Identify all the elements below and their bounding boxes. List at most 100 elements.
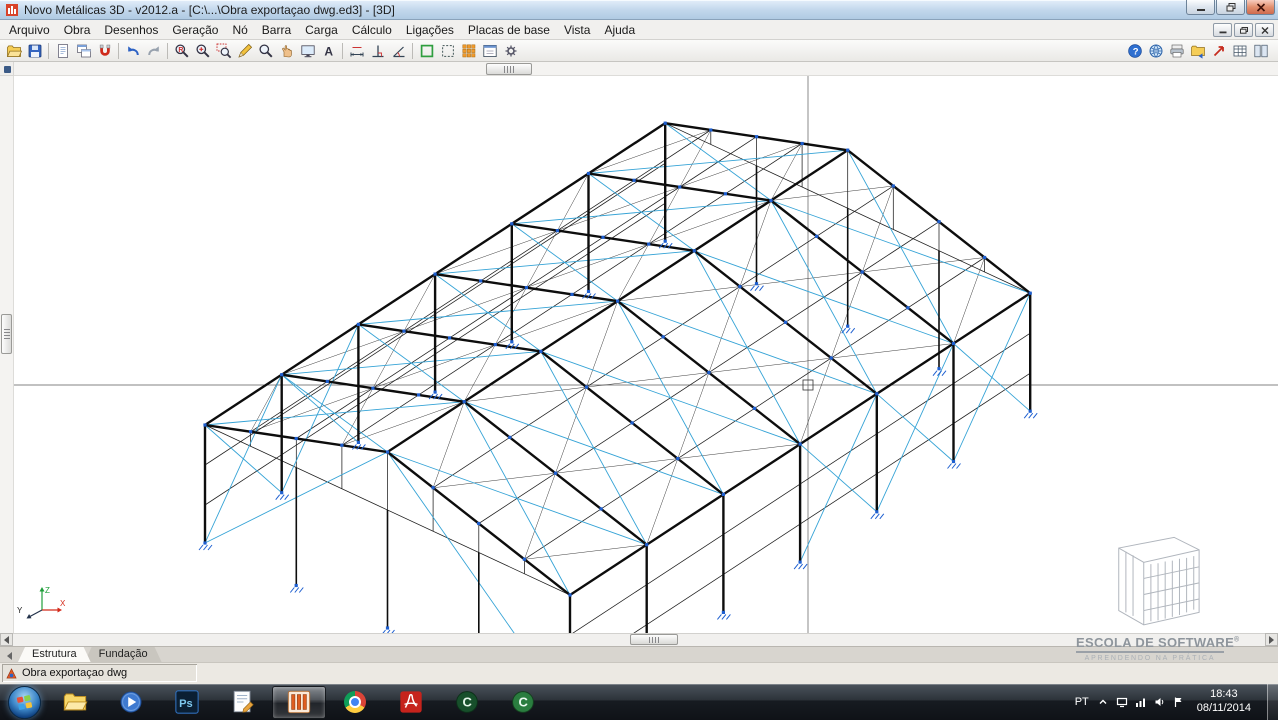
- menu-item-carga[interactable]: Carga: [298, 21, 345, 39]
- metalicas-3d-icon: [286, 689, 312, 715]
- zoom-window-button[interactable]: [213, 41, 234, 61]
- help-button[interactable]: ?: [1124, 41, 1145, 61]
- selection-green-button[interactable]: [416, 41, 437, 61]
- taskbar-media-player-button[interactable]: [104, 686, 158, 719]
- obra-icon: [5, 667, 18, 680]
- language-indicator[interactable]: PT: [1075, 696, 1089, 708]
- open-button[interactable]: [3, 41, 24, 61]
- top-scrollbar[interactable]: [14, 62, 1278, 76]
- doc-export-button[interactable]: [52, 41, 73, 61]
- angle-icon: [391, 43, 407, 59]
- print-button[interactable]: [1166, 41, 1187, 61]
- network-icon[interactable]: [1135, 696, 1147, 708]
- close-button[interactable]: [1246, 0, 1275, 15]
- windows-button[interactable]: [73, 41, 94, 61]
- application-window: Novo Metálicas 3D - v2012.a - [C:\...\Ob…: [0, 0, 1278, 720]
- display-icon[interactable]: [1116, 696, 1128, 708]
- restore-button[interactable]: [1216, 0, 1245, 15]
- left-scrollbar[interactable]: [0, 76, 14, 633]
- zoom-realtime-button[interactable]: R: [171, 41, 192, 61]
- tab-estrutura[interactable]: Estrutura: [18, 647, 91, 662]
- menu-item-ajuda[interactable]: Ajuda: [597, 21, 642, 39]
- dimension-button[interactable]: [346, 41, 367, 61]
- start-button[interactable]: [8, 686, 41, 719]
- perpendicular-button[interactable]: [367, 41, 388, 61]
- svg-text:C: C: [463, 695, 473, 710]
- share-icon: [1190, 43, 1206, 59]
- bottom-scrollbar-thumb[interactable]: [630, 634, 678, 645]
- toolbar: R A ?: [0, 40, 1278, 62]
- tab-fundacao[interactable]: Fundação: [85, 647, 162, 662]
- tabs-list: EstruturaFundação: [18, 647, 156, 662]
- zoom-in-button[interactable]: [192, 41, 213, 61]
- menu-bar: ArquivoObraDesenhosGeraçãoNóBarraCargaCá…: [0, 20, 1278, 40]
- menu-item-geracao[interactable]: Geração: [165, 21, 225, 39]
- taskbar-notes-button[interactable]: [216, 686, 270, 719]
- menu-item-placas-de-base[interactable]: Placas de base: [461, 21, 557, 39]
- magnet-icon: [97, 43, 113, 59]
- axis-indicator: Y Z X: [16, 580, 68, 624]
- taskbar-camtasia-studio-button[interactable]: C: [496, 686, 550, 719]
- menu-item-ligacoes[interactable]: Ligações: [399, 21, 461, 39]
- taskbar-metalicas-3d-button[interactable]: [272, 686, 326, 719]
- export-red-button[interactable]: [1208, 41, 1229, 61]
- grid-orange-button[interactable]: [458, 41, 479, 61]
- window-frame-button[interactable]: [479, 41, 500, 61]
- redo-button[interactable]: [143, 41, 164, 61]
- system-tray: PT 18:43 08/11/2014: [1075, 684, 1278, 720]
- menu-items: ArquivoObraDesenhosGeraçãoNóBarraCargaCá…: [2, 21, 642, 39]
- pan-hand-button[interactable]: [276, 41, 297, 61]
- menu-item-calculo[interactable]: Cálculo: [345, 21, 399, 39]
- chrome-icon: [344, 691, 366, 713]
- undo-button[interactable]: [122, 41, 143, 61]
- save-button[interactable]: [24, 41, 45, 61]
- table-button[interactable]: [1229, 41, 1250, 61]
- scroll-left-arrow-icon[interactable]: [0, 633, 13, 646]
- windows-logo-icon: [15, 693, 34, 712]
- chevron-up-icon[interactable]: [1097, 696, 1109, 708]
- menu-item-obra[interactable]: Obra: [57, 21, 98, 39]
- top-scrollbar-thumb[interactable]: [486, 63, 532, 75]
- menu-item-no[interactable]: Nó: [225, 21, 254, 39]
- taskbar-camtasia-recorder-button[interactable]: C: [440, 686, 494, 719]
- menu-item-desenhos[interactable]: Desenhos: [97, 21, 165, 39]
- tabs-nav-button[interactable]: [2, 649, 16, 662]
- toolbar-separator: [167, 43, 168, 59]
- left-scrollbar-thumb[interactable]: [1, 314, 12, 354]
- taskbar-pdf-reader-button[interactable]: [384, 686, 438, 719]
- taskbar-chrome-button[interactable]: [328, 686, 382, 719]
- volume-icon[interactable]: [1154, 696, 1166, 708]
- share-button[interactable]: [1187, 41, 1208, 61]
- windows-icon: [76, 43, 92, 59]
- panels-button[interactable]: [1250, 41, 1271, 61]
- camtasia-studio-icon: C: [510, 689, 536, 715]
- mdi-minimize-button[interactable]: [1213, 23, 1232, 37]
- minimize-button[interactable]: [1186, 0, 1215, 15]
- scroll-right-arrow-icon[interactable]: [1265, 633, 1278, 646]
- photoshop-icon: Ps: [174, 689, 200, 715]
- clock[interactable]: 18:43 08/11/2014: [1193, 688, 1255, 716]
- canvas-corner-button[interactable]: [0, 62, 14, 76]
- bottom-scrollbar[interactable]: [0, 633, 1278, 646]
- menu-item-arquivo[interactable]: Arquivo: [2, 21, 57, 39]
- flag-icon[interactable]: [1173, 696, 1185, 708]
- drawing-canvas[interactable]: Y Z X: [0, 62, 1278, 646]
- mdi-close-button[interactable]: [1255, 23, 1274, 37]
- globe-button[interactable]: [1145, 41, 1166, 61]
- magnet-button[interactable]: [94, 41, 115, 61]
- taskbar-photoshop-button[interactable]: Ps: [160, 686, 214, 719]
- settings-button[interactable]: [500, 41, 521, 61]
- show-desktop-button[interactable]: [1267, 684, 1278, 720]
- menu-item-barra[interactable]: Barra: [255, 21, 298, 39]
- taskbar-windows-explorer-button[interactable]: [48, 686, 102, 719]
- mdi-restore-button[interactable]: [1234, 23, 1253, 37]
- screen-button[interactable]: [297, 41, 318, 61]
- text-label-button[interactable]: A: [318, 41, 339, 61]
- 3d-structure-view[interactable]: [14, 76, 1278, 633]
- edit-pencil-button[interactable]: [234, 41, 255, 61]
- zoom-search-button[interactable]: [255, 41, 276, 61]
- angle-button[interactable]: [388, 41, 409, 61]
- zoom-search-icon: [258, 43, 274, 59]
- menu-item-vista[interactable]: Vista: [557, 21, 597, 39]
- selection-dotted-button[interactable]: [437, 41, 458, 61]
